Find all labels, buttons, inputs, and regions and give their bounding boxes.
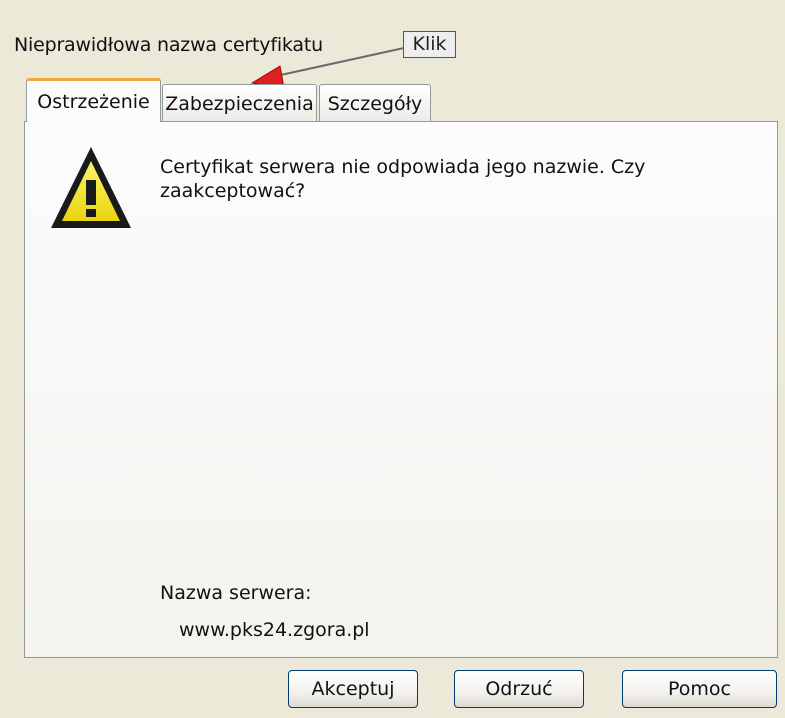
dialog-title: Nieprawidłowa nazwa certyfikatu	[14, 34, 323, 56]
tab-details[interactable]: Szczegóły	[319, 84, 431, 122]
server-name-label: Nazwa serwera:	[160, 582, 312, 604]
warning-panel: Certyfikat serwera nie odpowiada jego na…	[24, 121, 778, 658]
server-name-value: www.pks24.zgora.pl	[179, 619, 370, 641]
tab-warning[interactable]: Ostrzeżenie	[26, 78, 161, 122]
reject-button[interactable]: Odrzuć	[454, 670, 584, 708]
certificate-dialog: Nieprawidłowa nazwa certyfikatu Klik Ost…	[0, 0, 785, 718]
accept-button[interactable]: Akceptuj	[288, 670, 418, 708]
tab-security[interactable]: Zabezpieczenia	[162, 84, 317, 122]
warning-message: Certyfikat serwera nie odpowiada jego na…	[160, 156, 646, 202]
klik-callout: Klik	[403, 31, 456, 58]
help-button[interactable]: Pomoc	[622, 670, 777, 708]
warning-triangle-icon	[51, 147, 131, 228]
